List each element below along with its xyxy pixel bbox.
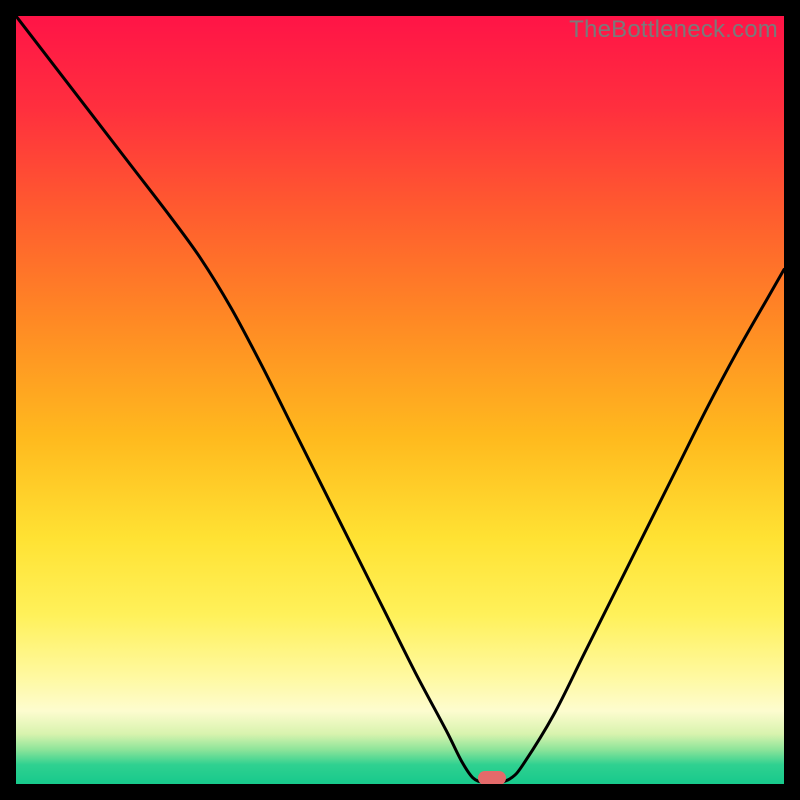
optimal-point-marker [478,771,506,784]
gradient-background [16,16,784,784]
plot-area: TheBottleneck.com [16,16,784,784]
app-frame: TheBottleneck.com [0,0,800,800]
watermark-text: TheBottleneck.com [569,16,778,44]
bottleneck-chart [16,16,784,784]
